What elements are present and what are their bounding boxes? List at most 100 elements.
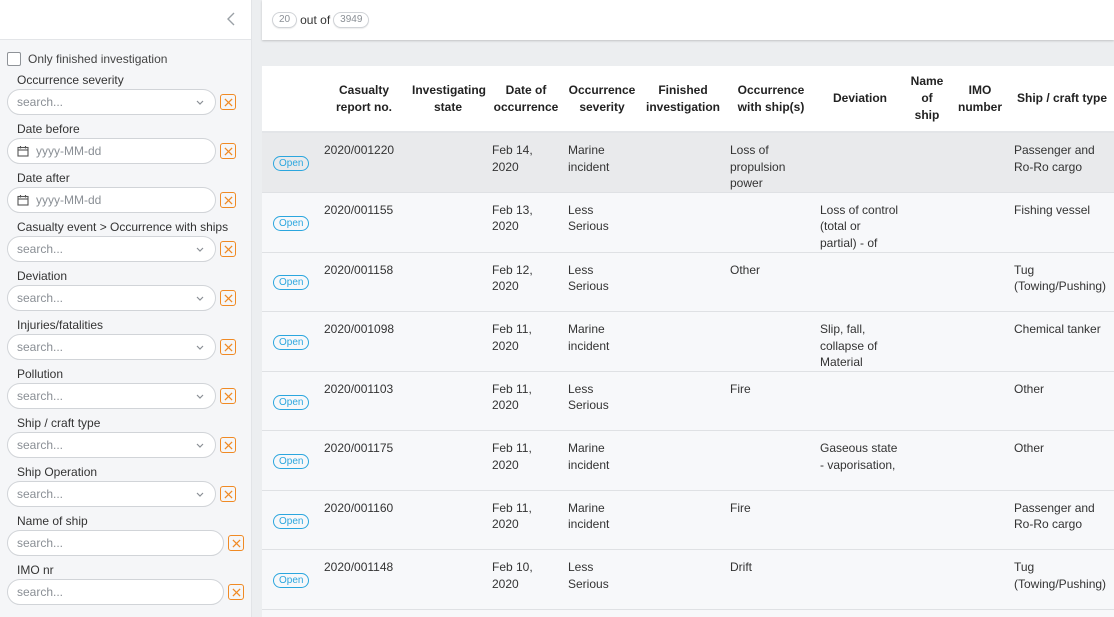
date-after-date-input[interactable]: yyyy-MM-dd bbox=[7, 187, 216, 213]
clear-pollution-button[interactable] bbox=[220, 388, 236, 404]
close-icon bbox=[223, 244, 233, 254]
column-header-name-of-ship[interactable]: Name of ship bbox=[904, 66, 950, 133]
only-finished-checkbox[interactable] bbox=[7, 52, 21, 66]
only-finished-toggle[interactable]: Only finished investigation bbox=[0, 40, 251, 70]
imo-cell bbox=[950, 371, 1010, 432]
date-before-date-input[interactable]: yyyy-MM-dd bbox=[7, 138, 216, 164]
investigating-state-cell bbox=[408, 192, 488, 253]
table-row[interactable]: Open 2020/001160 Feb 11, 2020 Marine incide… bbox=[262, 490, 1114, 551]
deviation-cell-text: Loss of control (total or partial) - of bbox=[820, 202, 899, 250]
severity-cell-text: Marine incident bbox=[568, 500, 610, 532]
clear-date-before-button[interactable] bbox=[220, 143, 236, 159]
clear-occurrence-severity-button[interactable] bbox=[220, 94, 236, 110]
status-badge[interactable]: Open bbox=[273, 394, 310, 410]
status-badge[interactable]: Open bbox=[273, 275, 310, 291]
ship-name-cell bbox=[904, 490, 950, 551]
ship-type-cell-text: Chemical tanker bbox=[1014, 322, 1101, 337]
table-row[interactable]: Open 2020/001158 Feb 12, 2020 Less Serious O… bbox=[262, 252, 1114, 313]
table-row[interactable]: Open 2020/001148 Feb 10, 2020 Less Serious D… bbox=[262, 549, 1114, 610]
status-badge[interactable]: Open bbox=[273, 454, 310, 470]
column-header-occurrence-severity[interactable]: Occurrence severity bbox=[564, 66, 640, 133]
severity-cell-text: Less Serious bbox=[568, 202, 609, 234]
only-finished-label: Only finished investigation bbox=[28, 52, 168, 66]
status-badge[interactable]: Open bbox=[273, 215, 310, 231]
clear-imo-nr-button[interactable] bbox=[228, 584, 244, 600]
table-row[interactable]: Open 2020/001220 Feb 14, 2020 Marine incide… bbox=[262, 132, 1114, 193]
column-header-date-of-occurrence[interactable]: Date of occurrence bbox=[488, 66, 564, 133]
investigating-state-cell bbox=[408, 311, 488, 372]
ship-type-cell: Other bbox=[1010, 371, 1114, 432]
filter-date-after: Date after yyyy-MM-dd bbox=[0, 170, 251, 214]
chevron-down-icon bbox=[196, 443, 204, 448]
date-cell-text: Feb 11, 2020 bbox=[492, 322, 532, 353]
column-header-imo-number[interactable]: IMO number bbox=[950, 66, 1010, 133]
clear-injuries-fatalities-button[interactable] bbox=[220, 339, 236, 355]
report-no-cell-text: 2020/001220 bbox=[324, 143, 395, 157]
date-cell: Feb 11, 2020 bbox=[488, 490, 564, 551]
date-cell-text: Feb 13, 2020 bbox=[492, 202, 533, 234]
occurrence-cell bbox=[726, 192, 816, 253]
occurrence-severity-select[interactable]: search... bbox=[7, 89, 216, 115]
name-of-ship-input[interactable]: search... bbox=[7, 530, 224, 556]
status-cell: Open bbox=[262, 430, 320, 491]
column-header-ship-craft-type[interactable]: Ship / craft type bbox=[1010, 66, 1114, 133]
injuries-fatalities-select[interactable]: search... bbox=[7, 334, 216, 360]
column-header-deviation[interactable]: Deviation bbox=[816, 66, 904, 133]
clear-deviation-button[interactable] bbox=[220, 290, 236, 306]
ship-craft-type-select[interactable]: search... bbox=[7, 432, 216, 458]
out-of-label: out of bbox=[300, 13, 331, 27]
ship-craft-type-placeholder: search... bbox=[17, 438, 64, 452]
column-header-investigating-state[interactable]: Investigating state bbox=[408, 66, 488, 133]
investigating-state-cell bbox=[408, 430, 488, 491]
date-cell: Feb 14, 2020 bbox=[488, 132, 564, 193]
imo-cell bbox=[950, 192, 1010, 253]
occurrence-cell-text: Drift bbox=[730, 560, 752, 575]
status-cell: Open bbox=[262, 490, 320, 551]
clear-ship-craft-type-button[interactable] bbox=[220, 437, 236, 453]
clear-date-after-button[interactable] bbox=[220, 192, 236, 208]
severity-cell: Marine incident bbox=[564, 490, 640, 551]
status-badge[interactable]: Open bbox=[273, 573, 310, 589]
table-header-row: Casualty report no. Investigating state Da… bbox=[262, 66, 1114, 133]
imo-nr-input[interactable]: search... bbox=[7, 579, 224, 605]
casualty-event-occurrence-with-ships-select[interactable]: search... bbox=[7, 236, 216, 262]
status-badge[interactable]: Open bbox=[273, 155, 310, 171]
clear-ship-operation-button[interactable] bbox=[220, 486, 236, 502]
filter-sidebar: Only finished investigation Occurrence s… bbox=[0, 0, 252, 617]
investigating-state-cell bbox=[408, 132, 488, 193]
column-header-casualty-report-no[interactable]: Casualty report no. bbox=[320, 66, 408, 133]
collapse-sidebar-button[interactable] bbox=[223, 11, 239, 29]
ship-type-cell-text: Passenger and Ro-Ro cargo bbox=[1014, 143, 1095, 174]
report-no-cell-text: 2020/001175 bbox=[324, 441, 394, 456]
results-panel: 20 out of 3949 Casualty report no. Invest… bbox=[262, 0, 1114, 617]
clear-casualty-event-occurrence-with-ships-button[interactable] bbox=[220, 241, 236, 257]
clear-name-of-ship-button[interactable] bbox=[228, 535, 244, 551]
table-row[interactable]: Open 2020/001155 Feb 13, 2020 Less Serious L… bbox=[262, 192, 1114, 253]
ship-operation-select[interactable]: search... bbox=[7, 481, 216, 507]
status-cell: Open bbox=[262, 311, 320, 372]
date-cell-text: Feb 11, 2020 bbox=[492, 500, 532, 532]
pollution-select[interactable]: search... bbox=[7, 383, 216, 409]
table-row[interactable]: Open 2020/001175 Feb 11, 2020 Marine incide… bbox=[262, 430, 1114, 491]
chevron-left-icon bbox=[227, 12, 235, 26]
filter-pollution: Pollution search... bbox=[0, 366, 251, 410]
report-no-cell: 2020/001148 bbox=[320, 549, 408, 610]
deviation-select[interactable]: search... bbox=[7, 285, 216, 311]
injuries-fatalities-placeholder: search... bbox=[17, 340, 64, 354]
date-cell-text: Feb 10, 2020 bbox=[492, 560, 533, 591]
severity-cell: Marine incident bbox=[564, 311, 640, 372]
column-header-occurrence-with-ships[interactable]: Occurrence with ship(s) bbox=[726, 66, 816, 133]
status-badge[interactable]: Open bbox=[273, 334, 310, 350]
status-badge[interactable]: Open bbox=[273, 513, 310, 529]
table-row[interactable]: Open 2020/001103 Feb 11, 2020 Less Serious F… bbox=[262, 371, 1114, 432]
chevron-down-icon bbox=[196, 394, 204, 399]
filter-list: Occurrence severity search... Date before y… bbox=[0, 72, 251, 606]
close-icon bbox=[231, 587, 241, 597]
table-row[interactable]: Open 2020/001098 Feb 11, 2020 Marine incide… bbox=[262, 311, 1114, 372]
date-after-label: Date after bbox=[17, 171, 70, 185]
filter-injuries-fatalities: Injuries/fatalities search... bbox=[0, 317, 251, 361]
report-no-cell-text: 2020/001160 bbox=[324, 500, 394, 515]
column-header-finished-investigation[interactable]: Finished investigation bbox=[640, 66, 726, 133]
casualty-event-occurrence-with-ships-label: Casualty event > Occurrence with ships bbox=[17, 220, 229, 234]
occurrence-severity-label: Occurrence severity bbox=[17, 73, 124, 87]
